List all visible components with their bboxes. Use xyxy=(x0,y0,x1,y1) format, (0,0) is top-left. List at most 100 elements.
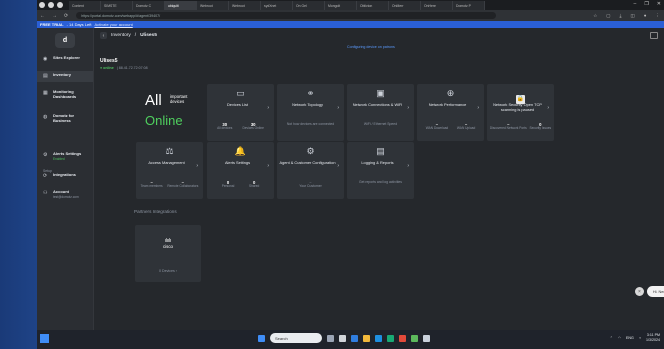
tabs-menu-icon[interactable] xyxy=(57,2,63,8)
online-status: ● online xyxy=(100,66,114,70)
sidebar-item-account[interactable]: ⚇ Account test@domotz.com xyxy=(37,189,93,204)
cisco-logo: ılıılı cisco xyxy=(162,238,173,250)
maximize-button[interactable]: ❐ xyxy=(644,1,648,7)
browser-tab[interactable]: ubiquiti xyxy=(165,1,197,10)
browser-tab[interactable]: SIMSTE xyxy=(101,1,133,10)
reload-icon[interactable]: ⟳ xyxy=(64,13,68,19)
back-chevron-icon[interactable]: ‹ xyxy=(100,32,107,39)
tile-topology[interactable]: ⚭ Network Topology › Not how devices are co… xyxy=(277,84,344,141)
tile-stat: 0 Personal xyxy=(221,180,235,188)
sidebar-item-sites-explorer[interactable]: ◉ Sites Explorer xyxy=(37,55,93,67)
sidebar-item-domotz-for-business[interactable]: ◍ Domotz for Business xyxy=(37,113,93,128)
back-icon[interactable]: ← xyxy=(40,13,45,19)
tile-message: – Your Customer xyxy=(299,180,322,188)
clock[interactable]: 3:11 PM 1/3/2024 xyxy=(646,333,660,342)
start-icon[interactable] xyxy=(40,334,49,343)
menu-icon[interactable] xyxy=(48,2,54,8)
tile-stat: 0 Security Issues xyxy=(529,122,552,130)
config-notice[interactable]: Configuring device on patrons xyxy=(347,45,395,49)
devices-icon: ▭ xyxy=(236,88,245,98)
chevron-right-icon: › xyxy=(407,105,409,111)
sidebar-item-monitoring-dashboards[interactable]: ▦ Monitoring Dashboards xyxy=(37,89,93,104)
chevron-right-icon: › xyxy=(267,105,269,111)
file-explorer-icon[interactable] xyxy=(363,334,370,342)
activate-link[interactable]: Activate your account xyxy=(94,22,132,27)
tile-title: Alerts Settings xyxy=(224,160,251,165)
edge-icon[interactable] xyxy=(375,334,382,342)
breadcrumb-current: Ulises5 xyxy=(140,33,157,38)
lang-indicator[interactable]: ENG xyxy=(626,336,634,340)
tile-title: Devices List xyxy=(227,102,248,107)
tray-chevron-icon[interactable]: ⌃ xyxy=(610,336,613,340)
tile-stat: 30 All devices xyxy=(217,122,233,130)
browser-tab[interactable]: OnMerr xyxy=(389,1,421,10)
more-icon[interactable]: ⋮ xyxy=(656,13,661,19)
sidebar-item-alerts-settings[interactable]: ⚙ Alerts Settings Enabled xyxy=(37,151,93,166)
breadcrumb-inventory[interactable]: Inventory xyxy=(111,33,131,38)
tile-title: Agent & Customer Configuration xyxy=(279,160,336,165)
sidebar-item-integrations[interactable]: ⟳ Integrations xyxy=(37,172,93,183)
url-field[interactable]: https://portal.domotz.com/webapp/#/agent… xyxy=(76,12,497,19)
wifi-icon[interactable]: ◠ xyxy=(618,336,621,340)
split-icon[interactable]: ◫ xyxy=(631,13,635,19)
forward-icon[interactable]: → xyxy=(52,13,57,19)
app2-icon[interactable] xyxy=(399,334,406,342)
tile-agent[interactable]: ⚙ Agent & Customer Configuration › – Your C… xyxy=(277,142,344,199)
windows-icon[interactable] xyxy=(258,334,265,342)
browser-tab[interactable]: Content xyxy=(69,1,101,10)
tile-logging[interactable]: ▤ Logging & Reports › Get reports and log a… xyxy=(347,142,414,199)
browser-tab[interactable]: Domotz C xyxy=(133,1,165,10)
logging-icon: ▤ xyxy=(376,146,385,156)
chrome-icon[interactable] xyxy=(351,334,358,342)
tile-stat: – Discovered Network Ports xyxy=(489,122,527,130)
partner-card-cisco[interactable]: ılıılı cisco 0 Devices › xyxy=(135,225,201,282)
tile-devices[interactable]: ▭ Devices List › 30 All devices 30 Devices Onl… xyxy=(207,84,274,141)
address-bar-row: ← → ⟳ https://portal.domotz.com/webapp/#… xyxy=(37,10,664,21)
tile-connections[interactable]: ▣ Network Connections & WiFi › WiFi / Ether… xyxy=(347,84,414,141)
close-window-button[interactable]: ✕ xyxy=(657,1,661,7)
browser-tab[interactable]: OnHere xyxy=(421,1,453,10)
tile-access[interactable]: ⚖ Access Management › – Team members – Remote … xyxy=(136,142,203,199)
app-icon[interactable] xyxy=(387,334,394,342)
profile-icon[interactable] xyxy=(39,2,45,8)
widgets-icon[interactable] xyxy=(339,334,346,342)
access-icon: ⚖ xyxy=(165,146,174,156)
tile-performance[interactable]: ⊕ Network Performance › – WAN Download – WAN U… xyxy=(417,84,484,141)
taskbar-search[interactable]: Search xyxy=(270,333,322,343)
online-label: Online xyxy=(145,113,183,128)
app3-icon[interactable] xyxy=(411,334,418,342)
domotz-logo[interactable]: d xyxy=(55,33,75,48)
tile-security[interactable]: 🔒 Network Security Open TCP scanning is p… xyxy=(487,84,554,141)
alerts-icon: 🔔 xyxy=(234,146,247,156)
panel-toggle-icon[interactable] xyxy=(650,32,658,39)
tile-title: Network Performance xyxy=(428,102,467,107)
tile-alerts[interactable]: 🔔 Alerts Settings › 0 Personal 0 Shared xyxy=(207,142,274,199)
profile-avatar-icon[interactable]: ● xyxy=(644,13,647,19)
browser-tab[interactable]: sydXnet xyxy=(261,1,293,10)
browser-tab[interactable]: Domotz P xyxy=(453,1,485,10)
sidebar: d ◉ Sites Explorer ▤ Inventory ▦ Monitor… xyxy=(37,28,94,330)
sidebar-item-inventory[interactable]: ▤ Inventory xyxy=(37,71,93,82)
help-close-icon[interactable]: × xyxy=(635,287,644,296)
browser-tab[interactable]: Oblivion xyxy=(357,1,389,10)
volume-icon[interactable]: ◖ xyxy=(639,336,641,340)
minimize-button[interactable]: – xyxy=(634,1,637,7)
task-view-icon[interactable] xyxy=(327,334,334,342)
inventory-icon: ▤ xyxy=(43,73,48,79)
browser-tabs: Content SIMSTE Domotz Cubiquiti Webroot Web… xyxy=(69,0,485,10)
browser-tab[interactable]: Webroot xyxy=(197,1,229,10)
globe-icon: ◉ xyxy=(43,56,48,62)
star-icon[interactable]: ☆ xyxy=(593,13,597,19)
tile-title: Access Management xyxy=(148,160,185,165)
extensions-icon[interactable]: ▢ xyxy=(606,13,610,19)
partner-devices-count: 0 Devices › xyxy=(159,269,177,273)
browser-tab[interactable]: On Gel xyxy=(293,1,325,10)
browser-tab[interactable]: Webroot xyxy=(229,1,261,10)
site-status: ● online | 88.41.72.72:07:08 xyxy=(100,66,148,70)
help-bubble[interactable]: Hi. Need any help? xyxy=(647,286,664,297)
performance-icon: ⊕ xyxy=(446,88,455,98)
download-icon[interactable]: ⤓ xyxy=(620,13,622,19)
browser-tab[interactable]: Mongolt xyxy=(325,1,357,10)
tile-stat: – Remote Collaborators xyxy=(167,180,199,188)
app4-icon[interactable] xyxy=(423,334,430,342)
